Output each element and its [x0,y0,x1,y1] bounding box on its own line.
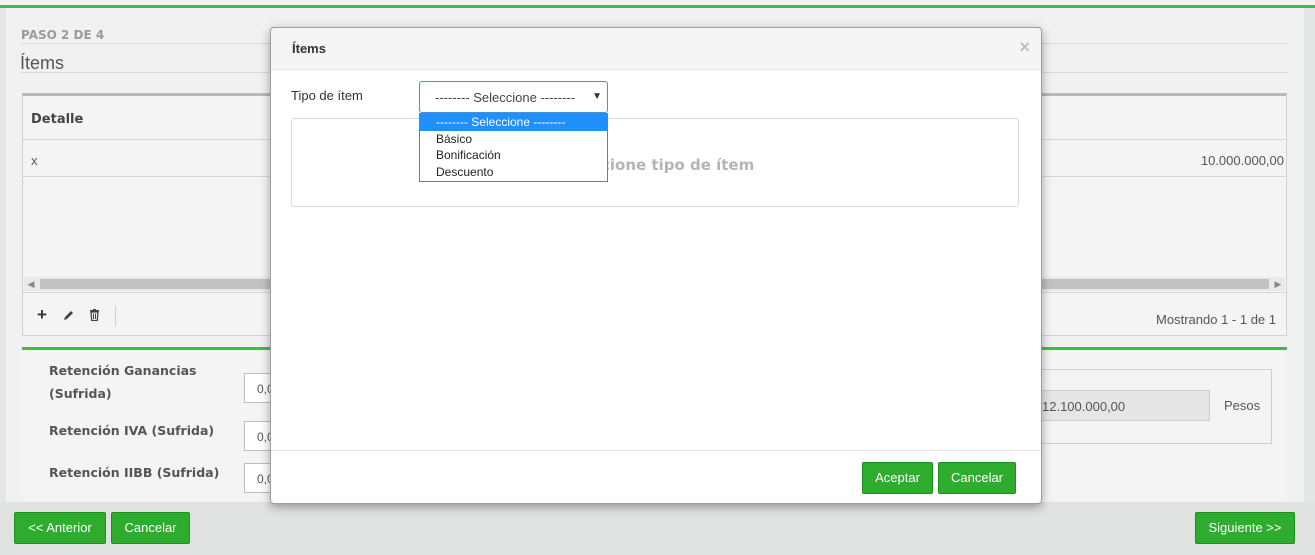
divider [271,450,1041,451]
close-icon[interactable]: × [1019,37,1030,58]
item-type-label: Tipo de ítem [291,88,363,103]
retention-iibb-label: Retención IIBB (Sufrida) [49,465,220,480]
retention-iva-label: Retención IVA (Sufrida) [49,423,215,438]
items-dialog: Ítems × Tipo de ítem cione tipo de ítem … [270,27,1042,504]
dialog-header: Ítems × [271,28,1041,70]
cancel-wizard-button[interactable]: Cancelar [111,512,190,544]
top-accent-bar [0,0,1315,8]
page-title: Ítems [20,53,65,73]
placeholder-message: cione tipo de ítem [601,156,755,174]
retention-ganancias-label: Retención Ganancias (Sufrida) [49,363,197,401]
select-value: -------- Seleccione -------- [435,90,576,105]
add-icon[interactable]: + [37,305,47,325]
option-descuento[interactable]: Descuento [420,164,607,181]
step-indicator: PASO 2 DE 4 [21,28,105,42]
table-row-detail[interactable]: x [31,153,38,168]
table-row-amount[interactable]: 10.000.000,00 [1201,153,1284,168]
next-button[interactable]: Siguiente >> [1195,512,1295,544]
total-amount-field: 12.100.000,00 [1035,390,1210,421]
item-type-dropdown: -------- Seleccione -------- Básico Boni… [419,113,608,182]
toolbar-separator [115,306,116,326]
option-seleccione[interactable]: -------- Seleccione -------- [420,114,607,131]
currency-label: Pesos [1224,398,1261,413]
pagination-summary: Mostrando 1 - 1 de 1 [1156,312,1276,327]
option-basico[interactable]: Básico [420,131,607,148]
column-header-detail[interactable]: Detalle [31,112,83,127]
delete-icon[interactable] [89,308,100,324]
scroll-right-icon[interactable]: ▶ [1271,277,1285,291]
chevron-down-icon: ▼ [592,91,602,102]
scroll-left-icon[interactable]: ◀ [24,277,38,291]
cancel-button[interactable]: Cancelar [938,462,1016,494]
item-type-placeholder-panel: cione tipo de ítem [291,118,1019,207]
wizard-footer: << Anterior Cancelar Siguiente >> [0,502,1315,555]
previous-button[interactable]: << Anterior [14,512,106,544]
accept-button[interactable]: Aceptar [862,462,933,494]
option-bonificacion[interactable]: Bonificación [420,147,607,164]
dialog-title: Ítems [292,41,326,56]
edit-icon[interactable] [63,308,75,324]
item-type-select[interactable]: -------- Seleccione -------- ▼ [419,81,608,113]
